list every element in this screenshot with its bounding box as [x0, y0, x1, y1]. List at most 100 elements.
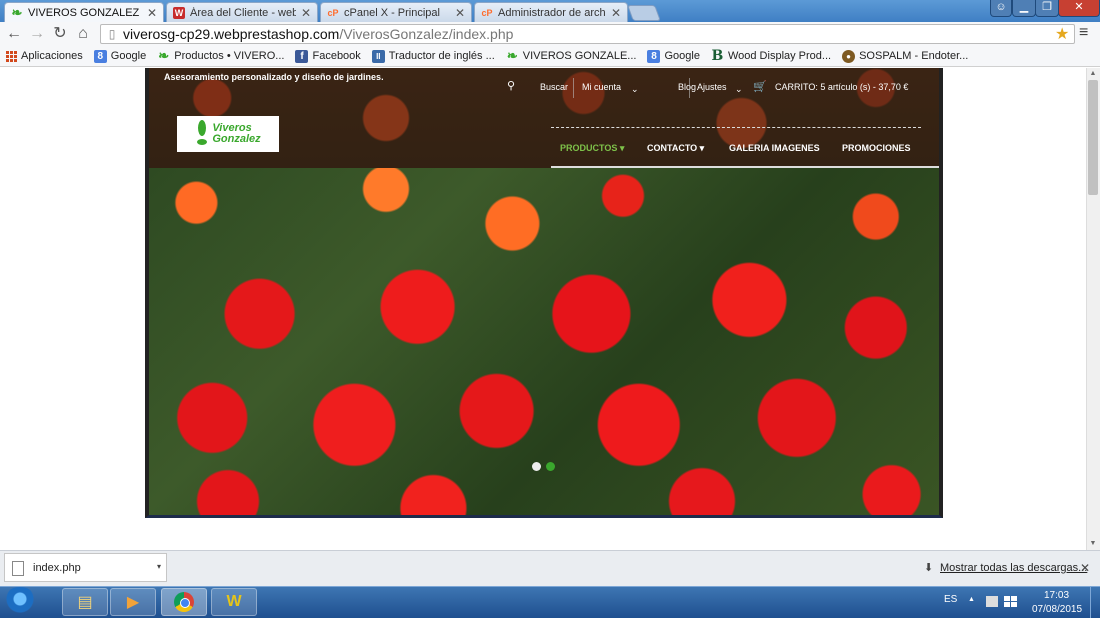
restore-button[interactable]: ❐: [1035, 0, 1059, 17]
scrollbar-thumb[interactable]: [1088, 80, 1098, 195]
logo-leaf-icon: [195, 120, 209, 148]
bookmark-apps[interactable]: Aplicaciones: [6, 50, 83, 62]
sospalm-icon: ●: [842, 49, 856, 63]
start-button[interactable]: [2, 587, 38, 617]
menu-productos[interactable]: PRODUCTOS ▾: [560, 143, 624, 154]
tab-file-manager[interactable]: cP Administrador de archivos ✕: [474, 2, 628, 22]
file-icon: [12, 561, 24, 576]
bookmark-label: Google: [664, 50, 700, 62]
menu-icon[interactable]: ≡: [1079, 24, 1088, 42]
forward-arrow-icon[interactable]: →: [27, 24, 47, 44]
back-arrow-icon[interactable]: ←: [4, 24, 24, 44]
bookmark-productos[interactable]: ❧ Productos • VIVERO...: [157, 48, 285, 63]
bookmark-google-2[interactable]: 8 Google: [647, 49, 700, 63]
bookmark-label: Aplicaciones: [21, 50, 83, 62]
bookmark-label: Productos • VIVERO...: [174, 50, 285, 62]
leaf-icon: ❧: [11, 4, 23, 20]
url-text: viverosg-cp29.webprestashop.com/ViverosG…: [123, 26, 513, 42]
nav-divider: [689, 78, 690, 98]
site-tagline: Asesoramiento personalizado y diseño de …: [164, 72, 384, 82]
tab-area-cliente[interactable]: W Área del Cliente - webem ✕: [166, 2, 318, 22]
app-w-icon[interactable]: W: [211, 588, 257, 616]
download-item[interactable]: [4, 553, 167, 582]
bookmark-star-icon[interactable]: ★: [1055, 24, 1069, 44]
webempresa-icon: W: [173, 6, 185, 19]
tab-title: cPanel X - Principal: [344, 6, 440, 19]
close-icon[interactable]: ✕: [147, 6, 157, 20]
file-explorer-icon[interactable]: ▤: [62, 588, 108, 616]
minimize-button[interactable]: ▁: [1012, 0, 1036, 17]
tab-title: Área del Cliente - webem: [190, 6, 296, 19]
leaf-icon: ❧: [506, 48, 518, 63]
logo-line-2: Gonzalez: [212, 133, 261, 145]
search-icon[interactable]: ⚲: [507, 79, 515, 92]
search-link[interactable]: Buscar: [540, 82, 568, 92]
cpanel-icon: cP: [327, 7, 339, 18]
my-account-link[interactable]: Mi cuenta: [582, 82, 621, 92]
bookmark-traductor[interactable]: II Traductor de inglés ...: [371, 49, 495, 63]
chevron-down-icon[interactable]: ▾: [157, 562, 161, 571]
menu-contacto[interactable]: CONTACTO ▾: [647, 143, 704, 154]
show-desktop-button[interactable]: [1090, 587, 1100, 618]
bookmark-wood-display[interactable]: B Wood Display Prod...: [711, 48, 832, 64]
download-arrow-icon: ⬇: [924, 562, 934, 574]
b-icon: B: [711, 48, 724, 64]
close-window-button[interactable]: ✕: [1058, 0, 1100, 17]
menu-label: PRODUCTOS: [560, 143, 618, 153]
bookmark-facebook[interactable]: f Facebook: [295, 49, 361, 63]
media-player-icon[interactable]: ▶: [110, 588, 156, 616]
address-bar[interactable]: ▯ viverosg-cp29.webprestashop.com/Vivero…: [100, 24, 1075, 44]
settings-link[interactable]: Ajustes: [697, 82, 727, 92]
action-center-icon[interactable]: [986, 596, 998, 607]
close-icon[interactable]: ✕: [611, 6, 621, 20]
cart-icon[interactable]: 🛒: [753, 80, 767, 93]
reload-icon[interactable]: ↻: [50, 24, 70, 44]
menu-label: CONTACTO: [647, 143, 698, 153]
leaf-icon: ❧: [158, 48, 170, 63]
user-icon[interactable]: ☺: [990, 0, 1012, 17]
cart-summary[interactable]: CARRITO: 5 artículo (s) - 37,70 €: [775, 82, 908, 92]
scroll-down-icon[interactable]: ▼: [1088, 540, 1098, 547]
apps-icon: [6, 50, 17, 62]
page-icon: ▯: [108, 27, 116, 41]
site-container: Asesoramiento personalizado y diseño de …: [145, 68, 943, 518]
bookmark-google[interactable]: 8 Google: [93, 49, 147, 63]
bookmark-label: Google: [110, 50, 147, 62]
language-indicator[interactable]: ES: [944, 594, 957, 605]
close-icon[interactable]: ✕: [301, 6, 311, 20]
blog-link[interactable]: Blog: [678, 82, 696, 92]
show-all-downloads-link[interactable]: Mostrar todas las descargas...: [940, 562, 1087, 574]
menu-galeria[interactable]: GALERIA IMAGENES: [729, 143, 820, 153]
bookmark-sospalm[interactable]: ● SOSPALM - Endoter...: [842, 49, 969, 63]
slider-dot-2[interactable]: [546, 462, 555, 471]
tray-expand-icon[interactable]: ▲: [968, 596, 975, 603]
tab-title: VIVEROS GONZALEZ - GA: [28, 6, 142, 19]
clock-time[interactable]: 17:03: [1044, 590, 1069, 601]
chevron-down-icon: ⌄: [735, 84, 743, 94]
site-logo[interactable]: Viveros Gonzalez: [177, 116, 279, 152]
hero-slider-image[interactable]: [149, 168, 939, 515]
home-icon[interactable]: ⌂: [73, 24, 93, 44]
scroll-up-icon[interactable]: ▲: [1088, 70, 1098, 77]
nav-divider: [573, 78, 574, 98]
bookmark-label: SOSPALM - Endoter...: [859, 50, 969, 62]
chrome-icon[interactable]: [161, 588, 207, 616]
clock-date[interactable]: 07/08/2015: [1032, 604, 1082, 615]
url-path: /ViverosGonzalez/index.php: [339, 26, 514, 42]
new-tab-button[interactable]: [627, 5, 661, 21]
close-icon[interactable]: ✕: [1080, 561, 1090, 575]
network-icon[interactable]: [1004, 596, 1017, 607]
tab-viveros[interactable]: ❧ VIVEROS GONZALEZ - GA ✕: [4, 2, 164, 22]
url-host: viverosg-cp29.webprestashop.com: [123, 26, 340, 42]
bookmark-label: VIVEROS GONZALE...: [522, 50, 637, 62]
close-icon[interactable]: ✕: [455, 6, 465, 20]
google-icon: 8: [647, 49, 661, 63]
menu-promociones[interactable]: PROMOCIONES: [842, 143, 911, 153]
slider-dot-1[interactable]: [532, 462, 541, 471]
bookmark-label: Facebook: [312, 50, 361, 62]
bookmark-viveros[interactable]: ❧ VIVEROS GONZALE...: [506, 48, 637, 63]
tab-cpanel[interactable]: cP cPanel X - Principal ✕: [320, 2, 472, 22]
tab-title: Administrador de archivos: [498, 6, 606, 19]
google-icon: 8: [93, 49, 107, 63]
facebook-icon: f: [295, 49, 309, 63]
